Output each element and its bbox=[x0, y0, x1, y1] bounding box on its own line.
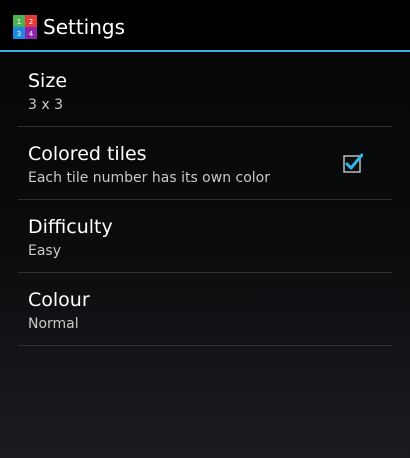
icon-digit: 1 bbox=[17, 18, 21, 26]
pref-title: Difficulty bbox=[28, 216, 113, 238]
pref-summary: 3 x 3 bbox=[28, 97, 63, 113]
colored-tiles-checkbox[interactable] bbox=[343, 153, 363, 173]
pref-summary: Normal bbox=[28, 316, 79, 332]
icon-digit: 3 bbox=[17, 30, 21, 38]
pref-item-colour[interactable]: Colour Normal bbox=[18, 273, 392, 346]
app-icon[interactable]: 1 2 3 4 bbox=[13, 15, 37, 39]
action-bar: 1 2 3 4 Settings bbox=[0, 0, 410, 52]
page-title: Settings bbox=[43, 15, 126, 39]
icon-digit: 2 bbox=[29, 18, 33, 26]
pref-title: Size bbox=[28, 70, 68, 92]
pref-item-difficulty[interactable]: Difficulty Easy bbox=[18, 200, 392, 273]
pref-summary: Easy bbox=[28, 243, 62, 259]
pref-title: Colour bbox=[28, 289, 90, 311]
pref-item-colored-tiles[interactable]: Colored tiles Each tile number has its o… bbox=[18, 127, 392, 200]
pref-title: Colored tiles bbox=[28, 143, 147, 165]
preferences-list: Size 3 x 3 Colored tiles Each tile numbe… bbox=[18, 54, 392, 346]
icon-digit: 4 bbox=[29, 30, 34, 38]
pref-item-size[interactable]: Size 3 x 3 bbox=[18, 54, 392, 127]
pref-summary: Each tile number has its own color bbox=[28, 170, 270, 186]
